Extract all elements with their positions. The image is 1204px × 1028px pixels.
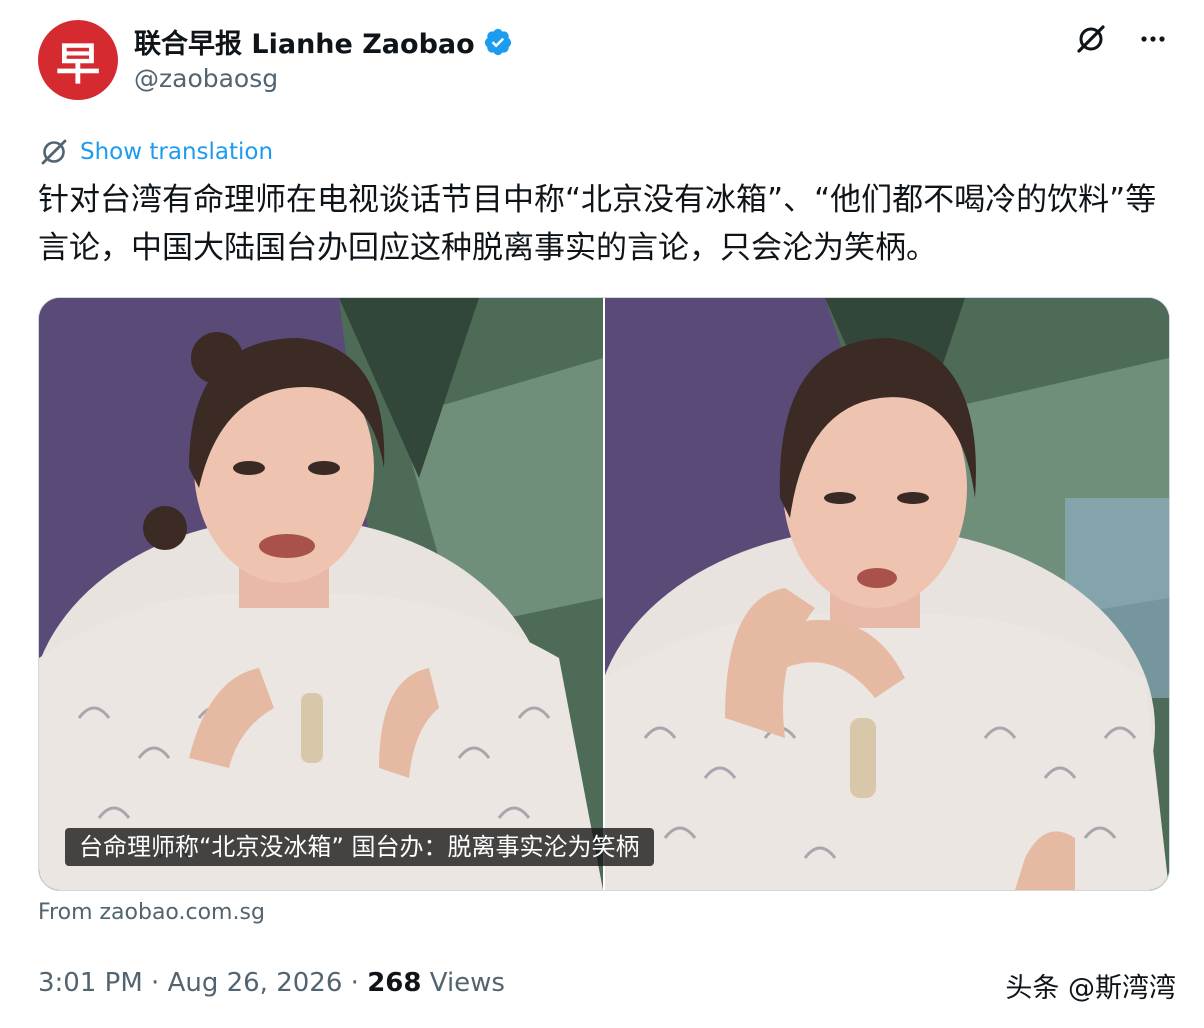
watermark: 头条 @斯湾湾 (1005, 973, 1176, 1004)
avatar-logo-char: 早 (56, 39, 100, 90)
meta-separator: · (151, 968, 160, 998)
verified-badge-icon (484, 28, 511, 55)
display-name[interactable]: 联合早报 Lianhe Zaobao (134, 22, 475, 61)
video-caption: 台命理师称“北京没冰箱” 国台办：脱离事实沦为笑柄 (65, 828, 654, 866)
tweet-media[interactable]: 台命理师称“北京没冰箱” 国台办：脱离事实沦为笑柄 (38, 297, 1170, 891)
meta-separator-2: · (350, 968, 359, 998)
tweet-text: 针对台湾有命理师在电视谈话节目中称“北京没有冰箱”、“他们都不喝冷的饮料”等言论… (38, 182, 1157, 266)
views-label: Views (429, 968, 505, 998)
avatar[interactable]: 早 (38, 20, 118, 100)
tweet-date[interactable]: Aug 26, 2026 (168, 968, 343, 998)
views-count: 268 (367, 968, 422, 998)
translate-icon (41, 139, 67, 165)
tweet-meta: 3:01 PM · Aug 26, 2026 · 268 Views (38, 968, 505, 998)
show-translation-link[interactable]: Show translation (80, 139, 273, 165)
video-frame-left (39, 298, 603, 890)
grok-icon[interactable] (1074, 22, 1108, 56)
account-handle[interactable]: @zaobaosg (134, 64, 278, 93)
video-frame-right (605, 298, 1169, 890)
tweet-time[interactable]: 3:01 PM (38, 968, 143, 998)
account-name-row: 联合早报 Lianhe Zaobao (134, 22, 513, 61)
more-icon[interactable] (1136, 22, 1170, 56)
header-actions (1074, 22, 1170, 56)
link-source[interactable]: From zaobao.com.sg (38, 900, 265, 925)
translate-row: Show translation (38, 136, 273, 168)
